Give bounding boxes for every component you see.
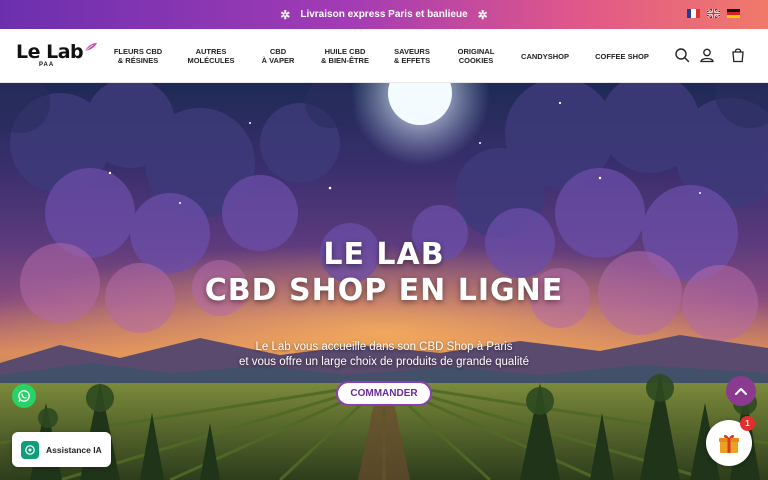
nav-label: CBD bbox=[269, 47, 287, 56]
site-header: Le Lab PAA Fleurs CBD & Résines Autres Mol… bbox=[0, 29, 768, 83]
search-icon[interactable] bbox=[674, 47, 690, 63]
nav-label: Molécules bbox=[187, 56, 235, 65]
gift-count-badge: 1 bbox=[740, 416, 755, 431]
nav-label: & effets bbox=[393, 56, 431, 65]
nav-label: & Résines bbox=[117, 56, 159, 65]
nav-label: Autres bbox=[195, 47, 227, 56]
site-logo[interactable]: Le Lab PAA bbox=[16, 41, 100, 71]
chevron-up-icon bbox=[735, 388, 747, 395]
announcement-bar: ✲ Livraison express Paris et banlieue ✲ bbox=[0, 0, 768, 29]
nav-label: à vaper bbox=[261, 56, 295, 65]
hero-title-line1: LE LAB bbox=[323, 237, 445, 272]
gift-icon bbox=[719, 434, 739, 453]
nav-label: Cookies bbox=[458, 56, 494, 65]
nav-label: Original bbox=[457, 47, 495, 56]
flag-de-icon[interactable] bbox=[727, 9, 740, 18]
flag-fr-icon[interactable] bbox=[687, 9, 700, 18]
sparkle-icon: ✲ bbox=[280, 7, 291, 22]
assistant-icon bbox=[21, 440, 39, 459]
nav-candyshop[interactable]: Candyshop bbox=[516, 29, 574, 83]
account-icon[interactable] bbox=[699, 47, 715, 63]
nav-cbd-a-vaper[interactable]: CBD à vaper bbox=[256, 29, 300, 83]
scroll-to-top-button[interactable] bbox=[726, 376, 756, 406]
nav-label: Candyshop bbox=[521, 51, 569, 61]
nav-autres-molecules[interactable]: Autres Molécules bbox=[184, 29, 238, 83]
whatsapp-icon bbox=[18, 390, 30, 402]
sparkle-icon: ✲ bbox=[477, 7, 488, 22]
hero-subtitle-line2: et vous offre un large choix de produits… bbox=[238, 356, 530, 368]
nav-original-cookies[interactable]: Original Cookies bbox=[452, 29, 500, 83]
nav-coffee-shop[interactable]: Coffee Shop bbox=[590, 29, 654, 83]
ai-assistant-button[interactable]: Assistance IA bbox=[12, 432, 111, 467]
nav-label: Saveurs bbox=[394, 47, 430, 56]
commander-button[interactable]: COMMANDER bbox=[336, 381, 432, 406]
hero-subtitle-line1: Le Lab vous accueille dans son CBD Shop … bbox=[255, 341, 513, 353]
logo-subtext: PAA bbox=[39, 62, 55, 68]
nav-label: & Bien-Être bbox=[321, 56, 369, 65]
nav-saveurs-effets[interactable]: Saveurs & effets bbox=[388, 29, 436, 83]
nav-fleurs-cbd[interactable]: Fleurs CBD & Résines bbox=[110, 29, 166, 83]
nav-label: Huile CBD bbox=[324, 47, 366, 56]
announcement: ✲ Livraison express Paris et banlieue ✲ bbox=[280, 8, 487, 22]
flag-uk-icon[interactable] bbox=[707, 9, 720, 18]
nav-label: Fleurs CBD bbox=[113, 47, 163, 56]
announcement-text: Livraison express Paris et banlieue bbox=[300, 9, 468, 20]
assistant-label: Assistance IA bbox=[46, 444, 102, 455]
whatsapp-button[interactable] bbox=[12, 384, 36, 408]
language-switcher bbox=[687, 9, 740, 18]
hero-title-line2: CBD SHOP EN LIGNE bbox=[204, 273, 564, 308]
cart-icon[interactable] bbox=[730, 47, 746, 63]
leaf-icon bbox=[84, 43, 97, 52]
hero-banner: LE LAB CBD SHOP EN LIGNE Le Lab vous acc… bbox=[0, 83, 768, 480]
nav-huile-cbd[interactable]: Huile CBD & Bien-Être bbox=[318, 29, 372, 83]
nav-label: Coffee Shop bbox=[595, 51, 649, 61]
